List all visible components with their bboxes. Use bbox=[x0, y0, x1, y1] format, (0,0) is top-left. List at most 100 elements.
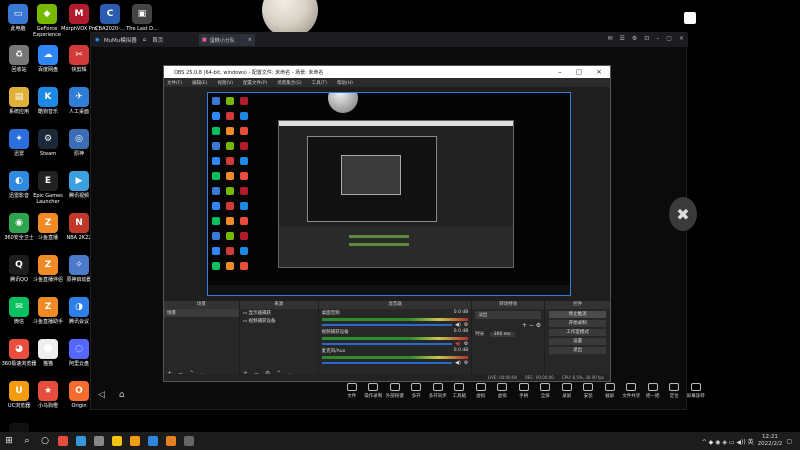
toolbar-label: 全屏 bbox=[540, 394, 550, 399]
app-icon: ♻ bbox=[9, 45, 29, 65]
home-nav-icon[interactable]: ⌂ bbox=[119, 390, 125, 400]
app-icon: ⚙ bbox=[38, 129, 58, 149]
settings-icon[interactable]: ⚙ bbox=[632, 35, 637, 42]
notification-icon[interactable]: ▢ bbox=[786, 438, 792, 445]
obs-statusbar: LIVE: 00:00:00 REC: 00:00:00 CPU: 6.5%, … bbox=[164, 374, 610, 381]
speaker-icon[interactable]: ◀) bbox=[455, 360, 461, 366]
gear-icon[interactable]: ⚙ bbox=[536, 322, 541, 329]
taskbar-app[interactable] bbox=[90, 432, 108, 450]
toolbar-button[interactable]: 虚拟 bbox=[492, 383, 514, 399]
search-icon[interactable]: ⌕ bbox=[18, 432, 36, 450]
taskbar-app[interactable] bbox=[72, 432, 90, 450]
obs-preview[interactable] bbox=[207, 92, 571, 296]
tray-icons[interactable]: ^ ◆ ◉ ◈ ▭ ◀)) 英 bbox=[702, 437, 754, 446]
toolbar-button[interactable]: 虚拟 bbox=[470, 383, 492, 399]
close-icon[interactable]: × bbox=[679, 35, 684, 42]
control-button[interactable]: 设置 bbox=[549, 338, 607, 345]
taskbar-app[interactable] bbox=[180, 432, 198, 450]
app-tab[interactable]: ■ 蛋糕小分队 × bbox=[199, 34, 255, 46]
obs-menu-item[interactable]: 工具(T) bbox=[312, 80, 327, 86]
toolbar-button[interactable]: 文件共享 bbox=[621, 383, 643, 399]
toolbar-button[interactable]: 外部按键 bbox=[384, 383, 406, 399]
preview-icon bbox=[212, 157, 220, 165]
taskbar-app[interactable] bbox=[108, 432, 126, 450]
obs-menu-item[interactable]: 文件(F) bbox=[167, 80, 182, 86]
obs-minimize-icon[interactable]: – bbox=[558, 68, 562, 76]
taskbar-app[interactable] bbox=[162, 432, 180, 450]
obs-menu-item[interactable]: 帮助(H) bbox=[337, 80, 353, 86]
obs-close-icon[interactable]: × bbox=[596, 68, 602, 76]
back-icon[interactable]: ◁ bbox=[98, 390, 105, 400]
control-button[interactable]: 退出 bbox=[549, 347, 607, 354]
taskbar-app[interactable] bbox=[126, 432, 144, 450]
volume-slider[interactable] bbox=[321, 324, 453, 326]
obs-menu-item[interactable]: 配置文件(P) bbox=[243, 80, 267, 86]
toolbar-button[interactable]: 全屏 bbox=[535, 383, 557, 399]
control-button[interactable]: 工作室模式 bbox=[549, 329, 607, 336]
obs-menu-item[interactable]: 视图(V) bbox=[217, 80, 233, 86]
toolbar-button[interactable]: 录屏 bbox=[556, 383, 578, 399]
toolbar-button[interactable]: 多开 bbox=[406, 383, 428, 399]
gear-icon[interactable]: ⚙ bbox=[464, 341, 468, 347]
toolbar-label: 外部按键 bbox=[385, 394, 404, 399]
transition-select[interactable]: 淡出 bbox=[475, 311, 542, 319]
taskbar-app-icon bbox=[112, 436, 122, 446]
toolbar-button[interactable]: 文件 bbox=[341, 383, 363, 399]
duration-input[interactable]: 300 ms bbox=[489, 332, 515, 337]
toolbar-button[interactable]: 操作录制 bbox=[363, 383, 385, 399]
obs-menu-item[interactable]: 编辑(E) bbox=[192, 80, 207, 86]
gear-icon[interactable]: ⚙ bbox=[464, 322, 468, 328]
side-close-icon[interactable]: ✖ bbox=[669, 197, 697, 231]
volume-slider[interactable] bbox=[321, 343, 453, 345]
duration-row: 时长 300 ms bbox=[472, 330, 544, 338]
scene-item[interactable]: 场景 bbox=[164, 309, 239, 317]
home-tab[interactable]: 首页 bbox=[152, 36, 163, 44]
preview-icon bbox=[240, 97, 248, 105]
toolbar-button[interactable]: 屏幕旋转 bbox=[685, 383, 707, 399]
toolbar-icon bbox=[518, 383, 529, 391]
obs-menu-item[interactable]: 场景集合(S) bbox=[277, 80, 301, 86]
toolbar-button[interactable]: 摇一摇 bbox=[642, 383, 664, 399]
source-item[interactable]: ▭ 显示器捕获 bbox=[240, 309, 318, 317]
desktop-icon[interactable]: ▣ The Last D... bbox=[124, 4, 160, 32]
speaker-icon[interactable]: ◀) bbox=[455, 322, 461, 328]
toolbar-button[interactable]: 工具箱 bbox=[449, 383, 471, 399]
gear-icon[interactable]: ⚙ bbox=[464, 360, 468, 366]
app-icon: ✧ bbox=[69, 255, 89, 275]
taskbar-app[interactable] bbox=[144, 432, 162, 450]
volume-slider[interactable] bbox=[321, 362, 453, 364]
obs-maximize-icon[interactable]: ▢ bbox=[576, 68, 583, 76]
maximize-icon[interactable]: ▢ bbox=[666, 35, 672, 42]
add-icon[interactable]: + bbox=[522, 322, 527, 329]
remove-icon[interactable]: − bbox=[529, 322, 534, 329]
minimize-icon[interactable]: – bbox=[656, 35, 659, 42]
mail-icon[interactable]: ✉ bbox=[607, 35, 612, 42]
app-icon: ☁ bbox=[38, 45, 58, 65]
desktop-icon[interactable]: Ldp Mumu 模拟器 bbox=[1, 423, 37, 432]
start-icon[interactable]: ⊞ bbox=[0, 432, 18, 450]
desktop-icon[interactable]: C CBA2020-... bbox=[92, 4, 128, 32]
mixer-channel: 麦克风/Aux 0.0 dB ◀) ⚙ bbox=[319, 347, 472, 366]
task-view-icon[interactable]: ○ bbox=[36, 432, 54, 450]
nested-titlebar bbox=[279, 121, 513, 126]
toolbar-button[interactable]: 手柄 bbox=[513, 383, 535, 399]
toolbar-button[interactable]: 安装 bbox=[578, 383, 600, 399]
taskbar-app[interactable] bbox=[54, 432, 72, 450]
tshirt-icon[interactable] bbox=[684, 12, 696, 24]
desktop-icon[interactable]: ◆ GeForce Experience bbox=[29, 4, 65, 38]
speaker-icon[interactable]: ◀) bbox=[455, 341, 461, 347]
toolbar-button[interactable]: 多开同步 bbox=[427, 383, 449, 399]
preview-icon bbox=[226, 97, 234, 105]
toolbar-button[interactable]: 截屏 bbox=[599, 383, 621, 399]
toolbar-button[interactable]: 定位 bbox=[664, 383, 686, 399]
control-button[interactable]: 开始录制 bbox=[549, 320, 607, 327]
control-button[interactable]: 停止推流 bbox=[549, 311, 607, 318]
home-icon[interactable]: ⌂ bbox=[137, 37, 153, 43]
source-item[interactable]: ▭ 视频捕获设备 bbox=[240, 317, 318, 325]
close-tab-icon[interactable]: × bbox=[248, 37, 255, 43]
clock-time: 12:21 bbox=[762, 434, 778, 440]
menu-icon[interactable]: ☰ bbox=[619, 35, 624, 42]
restore-icon[interactable]: ⊡ bbox=[644, 35, 649, 42]
app-icon: E bbox=[38, 171, 58, 191]
clock[interactable]: 12:21 2022/2/2 bbox=[758, 434, 783, 448]
